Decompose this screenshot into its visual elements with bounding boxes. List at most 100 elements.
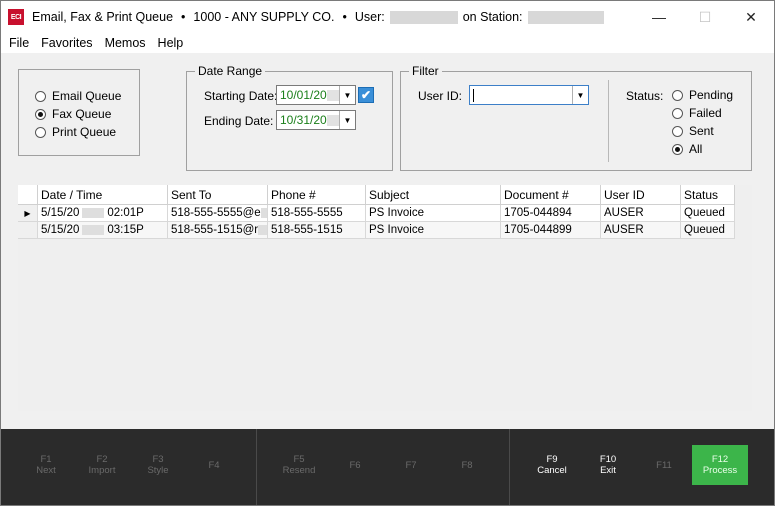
- f9-cancel-button[interactable]: F9 Cancel: [524, 445, 580, 485]
- f5-resend-button: F5 Resend: [282, 454, 316, 476]
- starting-date-value: 10/01/20: [277, 88, 339, 102]
- starting-date-field[interactable]: 10/01/20 ▼: [276, 85, 356, 105]
- maximize-icon: ☐: [698, 8, 712, 25]
- radio-status-pending[interactable]: Pending: [672, 88, 733, 102]
- column-header-document[interactable]: Document #: [501, 185, 601, 205]
- fkey-divider: [509, 429, 510, 505]
- radio-status-all[interactable]: All: [672, 142, 702, 156]
- cell-document: 1705-044894: [501, 205, 601, 222]
- column-header-date-time[interactable]: Date / Time: [38, 185, 168, 205]
- date-range-legend: Date Range: [195, 64, 266, 78]
- cell-date-time: 5/15/20 03:15P: [38, 222, 168, 239]
- radio-email-queue[interactable]: Email Queue: [35, 89, 121, 103]
- column-header-user-id[interactable]: User ID: [601, 185, 681, 205]
- cell-document: 1705-044899: [501, 222, 601, 239]
- filter-group: Filter User ID: ▼ Status: Pending Failed…: [400, 64, 752, 171]
- title-bullet: •: [342, 10, 347, 24]
- cell-date-time: 5/15/20 02:01P: [38, 205, 168, 222]
- menu-help[interactable]: Help: [152, 36, 190, 50]
- radio-fax-queue-label: Fax Queue: [52, 107, 112, 121]
- radio-status-all-label: All: [689, 142, 703, 156]
- row-selector[interactable]: [18, 222, 38, 239]
- radio-email-queue-label: Email Queue: [52, 89, 122, 103]
- radio-print-queue-indicator[interactable]: [35, 126, 46, 138]
- menu-bar: File Favorites Memos Help: [1, 33, 774, 53]
- f2-import-button: F2 Import: [88, 454, 116, 476]
- radio-fax-queue-indicator[interactable]: [35, 108, 46, 120]
- column-header-subject[interactable]: Subject: [366, 185, 501, 205]
- menu-favorites[interactable]: Favorites: [35, 36, 98, 50]
- f12-process-button[interactable]: F12 Process: [692, 445, 748, 485]
- row-header-corner: [18, 185, 38, 205]
- ending-date-value: 10/31/20: [277, 113, 339, 127]
- title-company: 1000 - ANY SUPPLY CO.: [193, 10, 335, 24]
- menu-memos[interactable]: Memos: [99, 36, 152, 50]
- cell-phone: 518-555-1515: [268, 222, 366, 239]
- f4-button: F4: [208, 459, 220, 471]
- radio-print-queue-label: Print Queue: [52, 125, 117, 139]
- title-bullet: •: [181, 10, 186, 24]
- f7-button: F7: [405, 459, 417, 471]
- f10-exit-button[interactable]: F10 Exit: [580, 445, 636, 485]
- chevron-down-icon[interactable]: ▼: [339, 111, 355, 129]
- table-row[interactable]: 5/15/20 03:15P 518-555-1515@r 518-555-151…: [18, 222, 735, 239]
- queue-grid[interactable]: Date / Time Sent To Phone # Subject Docu…: [18, 185, 752, 411]
- radio-status-failed-label: Failed: [689, 106, 722, 120]
- radio-email-queue-indicator[interactable]: [35, 90, 46, 102]
- column-header-sent-to[interactable]: Sent To: [168, 185, 268, 205]
- user-id-combo[interactable]: ▼: [469, 85, 589, 105]
- table-row[interactable]: ▶ 5/15/20 02:01P 518-555-5555@e 518-555-5…: [18, 205, 735, 222]
- filter-legend: Filter: [409, 64, 442, 78]
- close-icon[interactable]: ✕: [728, 1, 774, 33]
- eci-logo-icon: ECI: [8, 9, 24, 25]
- window-title: Email, Fax & Print Queue • 1000 - ANY SU…: [32, 10, 604, 24]
- radio-status-failed[interactable]: Failed: [672, 106, 722, 120]
- cell-status: Queued: [681, 205, 735, 222]
- f1-next-button: F1 Next: [36, 454, 56, 476]
- cell-user-id: AUSER: [601, 222, 681, 239]
- radio-status-sent-indicator[interactable]: [672, 125, 683, 137]
- queue-type-panel: Email Queue Fax Queue Print Queue: [18, 69, 140, 156]
- minimize-icon[interactable]: —: [636, 1, 682, 33]
- radio-fax-queue[interactable]: Fax Queue: [35, 107, 111, 121]
- text-caret: [473, 88, 474, 102]
- title-app-name: Email, Fax & Print Queue: [32, 10, 174, 24]
- column-header-phone[interactable]: Phone #: [268, 185, 366, 205]
- f3-style-button: F3 Style: [147, 454, 169, 476]
- radio-status-pending-label: Pending: [689, 88, 734, 102]
- app-window: ECI Email, Fax & Print Queue • 1000 - AN…: [0, 0, 775, 506]
- chevron-down-icon[interactable]: ▼: [339, 86, 355, 104]
- status-label: Status:: [626, 89, 664, 103]
- ending-date-field[interactable]: 10/31/20 ▼: [276, 110, 356, 130]
- f8-button: F8: [461, 459, 473, 471]
- ending-date-label: Ending Date:: [204, 114, 274, 128]
- cell-subject: PS Invoice: [366, 205, 501, 222]
- radio-print-queue[interactable]: Print Queue: [35, 125, 116, 139]
- redacted-user: [389, 10, 458, 24]
- title-user-label: User:: [354, 10, 385, 24]
- radio-status-failed-indicator[interactable]: [672, 107, 683, 119]
- cell-sent-to: 518-555-1515@r: [168, 222, 268, 239]
- date-range-group: Date Range Starting Date: 10/01/20 ▼ ✔ E…: [186, 64, 393, 171]
- column-header-status[interactable]: Status: [681, 185, 735, 205]
- chevron-down-icon[interactable]: ▼: [572, 86, 588, 104]
- starting-date-label: Starting Date:: [204, 89, 278, 103]
- filter-separator: [608, 80, 609, 162]
- menu-file[interactable]: File: [3, 36, 35, 50]
- redacted-station: [527, 10, 604, 24]
- window-controls: — ☐ ✕: [636, 1, 774, 33]
- starting-date-checkbox[interactable]: ✔: [358, 87, 374, 103]
- title-station-label: on Station:: [462, 10, 523, 24]
- row-pointer-icon[interactable]: ▶: [18, 205, 38, 222]
- cell-user-id: AUSER: [601, 205, 681, 222]
- user-id-label: User ID:: [418, 89, 463, 103]
- radio-status-sent[interactable]: Sent: [672, 124, 714, 138]
- radio-status-pending-indicator[interactable]: [672, 89, 683, 101]
- function-key-bar: F1 Next F2 Import F3 Style F4 F5 Resend F6 F…: [1, 429, 774, 505]
- title-bar: ECI Email, Fax & Print Queue • 1000 - AN…: [1, 1, 774, 33]
- radio-status-all-indicator[interactable]: [672, 143, 683, 155]
- grid-header: Date / Time Sent To Phone # Subject Docu…: [18, 185, 735, 205]
- f11-button: F11: [656, 459, 672, 471]
- cell-phone: 518-555-5555: [268, 205, 366, 222]
- cell-status: Queued: [681, 222, 735, 239]
